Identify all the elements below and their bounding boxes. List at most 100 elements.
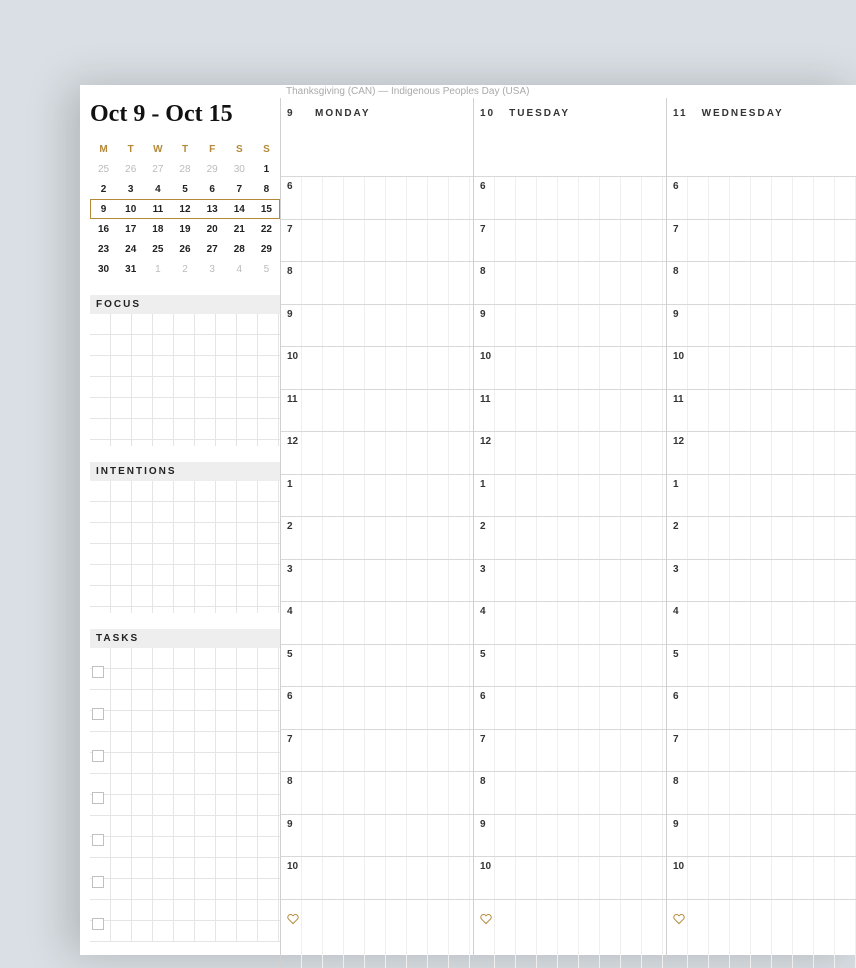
mini-cal-day: 24 xyxy=(117,239,144,259)
hour-row: 10 xyxy=(281,856,473,899)
hour-row: 5 xyxy=(474,644,666,687)
hour-label: 3 xyxy=(480,564,486,575)
hour-row: 9 xyxy=(281,304,473,347)
hour-row: 7 xyxy=(667,219,856,262)
mini-cal-header: T xyxy=(117,140,144,159)
hour-label: 6 xyxy=(480,691,486,702)
hour-row: 6 xyxy=(474,176,666,219)
hour-grid: 678910111212345678910 xyxy=(281,176,473,968)
intentions-area xyxy=(90,481,280,613)
mini-cal-day: 4 xyxy=(226,259,253,279)
day-header: 10TUESDAY xyxy=(474,98,666,126)
day-name: WEDNESDAY xyxy=(702,108,784,119)
task-checkbox[interactable] xyxy=(92,876,104,888)
hour-label: 9 xyxy=(287,309,293,320)
hour-row: 4 xyxy=(474,601,666,644)
hour-grid: 678910111212345678910 xyxy=(667,176,856,968)
hour-row: 11 xyxy=(667,389,856,432)
day-name: MONDAY xyxy=(315,108,371,119)
hour-row: 8 xyxy=(281,261,473,304)
hour-row: 7 xyxy=(281,729,473,772)
hour-label: 8 xyxy=(480,266,486,277)
mini-cal-day: 26 xyxy=(171,239,198,259)
hour-label: 10 xyxy=(673,861,684,872)
mini-cal-header: F xyxy=(199,140,226,159)
hour-row: 3 xyxy=(667,559,856,602)
hour-row: 5 xyxy=(281,644,473,687)
task-checkbox[interactable] xyxy=(92,750,104,762)
task-checkbox[interactable] xyxy=(92,918,104,930)
mini-cal-header: S xyxy=(253,140,280,159)
mini-cal-day: 11 xyxy=(144,199,171,219)
task-checkbox[interactable] xyxy=(92,834,104,846)
hour-label: 1 xyxy=(673,479,679,490)
hour-row: 6 xyxy=(474,686,666,729)
mini-cal-day: 19 xyxy=(171,219,198,239)
hour-label: 8 xyxy=(673,776,679,787)
hour-row: 6 xyxy=(281,176,473,219)
mini-cal-day: 9 xyxy=(90,199,117,219)
heart-icon xyxy=(480,912,492,924)
hour-row: 1 xyxy=(667,474,856,517)
mini-cal-day: 18 xyxy=(144,219,171,239)
hour-row: 12 xyxy=(667,431,856,474)
hour-label: 8 xyxy=(287,266,293,277)
hour-row: 2 xyxy=(474,516,666,559)
hour-label: 7 xyxy=(287,224,293,235)
holiday-text: Thanksgiving (CAN) — Indigenous Peoples … xyxy=(280,85,856,98)
hour-grid: 678910111212345678910 xyxy=(474,176,666,968)
task-checkbox[interactable] xyxy=(92,792,104,804)
mini-cal-day: 13 xyxy=(199,199,226,219)
hour-row: 9 xyxy=(474,814,666,857)
hour-row: 8 xyxy=(474,261,666,304)
hour-row: 9 xyxy=(474,304,666,347)
mini-cal-day: 7 xyxy=(226,179,253,199)
hour-label: 1 xyxy=(287,479,293,490)
hour-label: 3 xyxy=(287,564,293,575)
hour-label: 9 xyxy=(287,819,293,830)
mini-cal-day: 26 xyxy=(117,159,144,179)
day-number: 9 xyxy=(287,108,301,119)
mini-cal-day: 23 xyxy=(90,239,117,259)
mini-cal-day: 4 xyxy=(144,179,171,199)
hour-label: 6 xyxy=(287,181,293,192)
mini-cal-day: 14 xyxy=(226,199,253,219)
task-row xyxy=(90,858,280,900)
hour-label: 12 xyxy=(287,436,298,447)
mini-cal-day: 28 xyxy=(226,239,253,259)
hour-row: 12 xyxy=(474,431,666,474)
mini-calendar: MTWTFSS 25262728293012345678910111213141… xyxy=(90,140,280,279)
hour-row: 5 xyxy=(667,644,856,687)
hour-row: 2 xyxy=(667,516,856,559)
mini-cal-day: 29 xyxy=(253,239,280,259)
task-row xyxy=(90,816,280,858)
hour-row: 11 xyxy=(474,389,666,432)
mini-cal-day: 30 xyxy=(90,259,117,279)
task-row xyxy=(90,732,280,774)
mini-cal-day: 17 xyxy=(117,219,144,239)
hour-row: 7 xyxy=(474,219,666,262)
task-checkbox[interactable] xyxy=(92,666,104,678)
hour-label: 9 xyxy=(673,819,679,830)
task-row xyxy=(90,900,280,942)
intentions-label: INTENTIONS xyxy=(90,462,280,481)
mini-cal-day: 20 xyxy=(199,219,226,239)
hour-label: 6 xyxy=(287,691,293,702)
hour-row: 1 xyxy=(474,474,666,517)
hour-label: 10 xyxy=(673,351,684,362)
mini-cal-day: 31 xyxy=(117,259,144,279)
hour-row: 3 xyxy=(281,559,473,602)
hour-row: 10 xyxy=(281,346,473,389)
sidebar: Oct 9 - Oct 15 MTWTFSS 25262728293012345… xyxy=(90,85,280,942)
day-column: 11WEDNESDAY678910111212345678910 xyxy=(667,98,856,968)
task-row xyxy=(90,648,280,690)
task-checkbox[interactable] xyxy=(92,708,104,720)
hour-label: 2 xyxy=(287,521,293,532)
mini-cal-day: 1 xyxy=(144,259,171,279)
mini-cal-day: 21 xyxy=(226,219,253,239)
mini-cal-day: 30 xyxy=(226,159,253,179)
hour-row: 3 xyxy=(474,559,666,602)
week-range-title: Oct 9 - Oct 15 xyxy=(90,85,280,128)
hour-row: 1 xyxy=(281,474,473,517)
hour-row: 8 xyxy=(474,771,666,814)
